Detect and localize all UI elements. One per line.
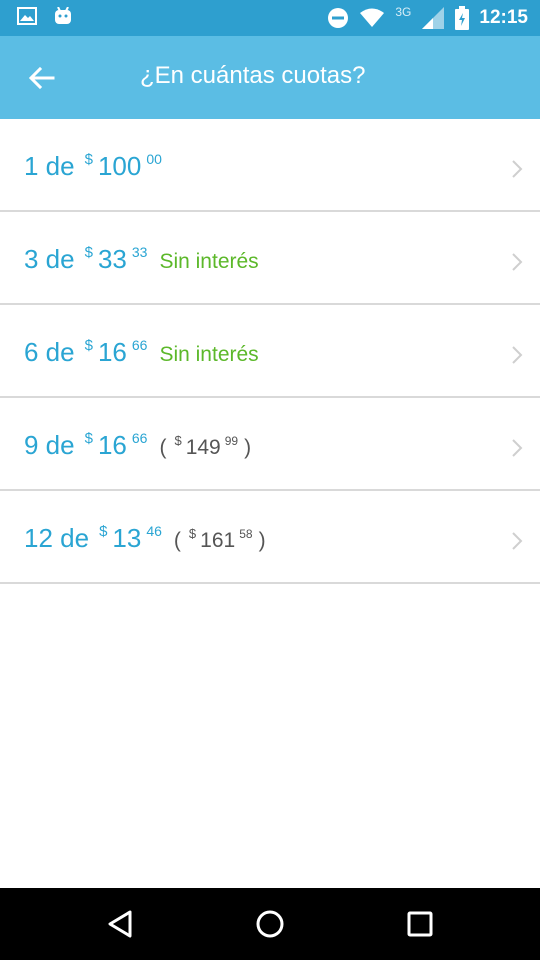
arrow-left-icon xyxy=(29,67,55,89)
installment-count: 1 de xyxy=(24,151,75,181)
navigation-bar xyxy=(0,888,540,960)
amount-decimals: 66 xyxy=(131,337,148,353)
no-interest-label: Sin interés xyxy=(159,250,259,273)
chevron-right-icon xyxy=(512,346,523,364)
nav-back-button[interactable] xyxy=(98,902,142,946)
total-open-paren: ( xyxy=(159,436,167,459)
app-bar: ¿En cuántas cuotas? xyxy=(0,36,540,119)
installment-row-1[interactable]: 1 de $ 100 00 xyxy=(0,119,540,212)
total-integer: 149 xyxy=(185,436,221,459)
currency-symbol: $ xyxy=(84,430,93,447)
back-button[interactable] xyxy=(22,58,62,98)
image-icon xyxy=(17,7,37,25)
total-close-paren: ) xyxy=(258,529,266,552)
wifi-icon xyxy=(360,8,385,27)
installments-list: 1 de $ 100 00 3 de $ 33 33 Sin interés 6… xyxy=(0,119,540,584)
total-decimals: 99 xyxy=(224,434,239,448)
home-circle-icon xyxy=(256,910,284,938)
signal-icon xyxy=(422,7,445,29)
installment-row-9[interactable]: 9 de $ 16 66 ( $ 149 99 ) xyxy=(0,398,540,491)
installment-count: 3 de xyxy=(24,244,75,274)
page-title: ¿En cuántas cuotas? xyxy=(140,62,366,89)
amount-integer: 100 xyxy=(97,151,142,181)
currency-symbol: $ xyxy=(84,337,93,354)
total-integer: 161 xyxy=(200,529,236,552)
total-open-paren: ( xyxy=(173,529,181,552)
total-amount: ( $ 161 58 ) xyxy=(173,526,266,553)
total-currency-symbol: $ xyxy=(174,433,182,448)
amount-decimals: 00 xyxy=(146,151,162,167)
total-close-paren: ) xyxy=(244,436,252,459)
dnd-icon xyxy=(328,8,349,28)
chevron-right-icon xyxy=(512,439,523,457)
chevron-right-icon xyxy=(512,253,523,271)
nav-home-button[interactable] xyxy=(248,902,292,946)
chevron-right-icon xyxy=(512,532,523,550)
total-currency-symbol: $ xyxy=(188,526,197,541)
clock: 12:15 xyxy=(479,7,528,28)
status-bar: 3G 12:15 xyxy=(0,0,540,36)
installment-count: 9 de xyxy=(24,430,75,460)
installment-row-12[interactable]: 12 de $ 13 46 ( $ 161 58 ) xyxy=(0,491,540,584)
chevron-right-icon xyxy=(512,160,523,178)
currency-symbol: $ xyxy=(84,244,93,261)
amount-decimals: 33 xyxy=(131,244,148,260)
installment-count: 6 de xyxy=(24,337,75,367)
total-decimals: 58 xyxy=(239,527,253,541)
network-type: 3G xyxy=(395,5,412,19)
nav-recents-button[interactable] xyxy=(398,902,442,946)
no-interest-label: Sin interés xyxy=(159,343,259,366)
installment-row-3[interactable]: 3 de $ 33 33 Sin interés xyxy=(0,212,540,305)
installment-count: 12 de xyxy=(24,523,90,553)
recents-square-icon xyxy=(407,911,433,937)
battery-icon xyxy=(455,6,470,30)
android-icon xyxy=(55,7,71,24)
amount-decimals: 66 xyxy=(131,430,148,446)
currency-symbol: $ xyxy=(84,151,93,168)
total-amount: ( $ 149 99 ) xyxy=(159,433,252,460)
amount-integer: 13 xyxy=(112,523,142,553)
amount-decimals: 46 xyxy=(146,523,162,539)
back-triangle-icon xyxy=(108,910,132,938)
amount-integer: 16 xyxy=(97,430,127,460)
amount-integer: 33 xyxy=(97,244,127,274)
currency-symbol: $ xyxy=(99,523,108,540)
amount-integer: 16 xyxy=(97,337,127,367)
installment-row-6[interactable]: 6 de $ 16 66 Sin interés xyxy=(0,305,540,398)
